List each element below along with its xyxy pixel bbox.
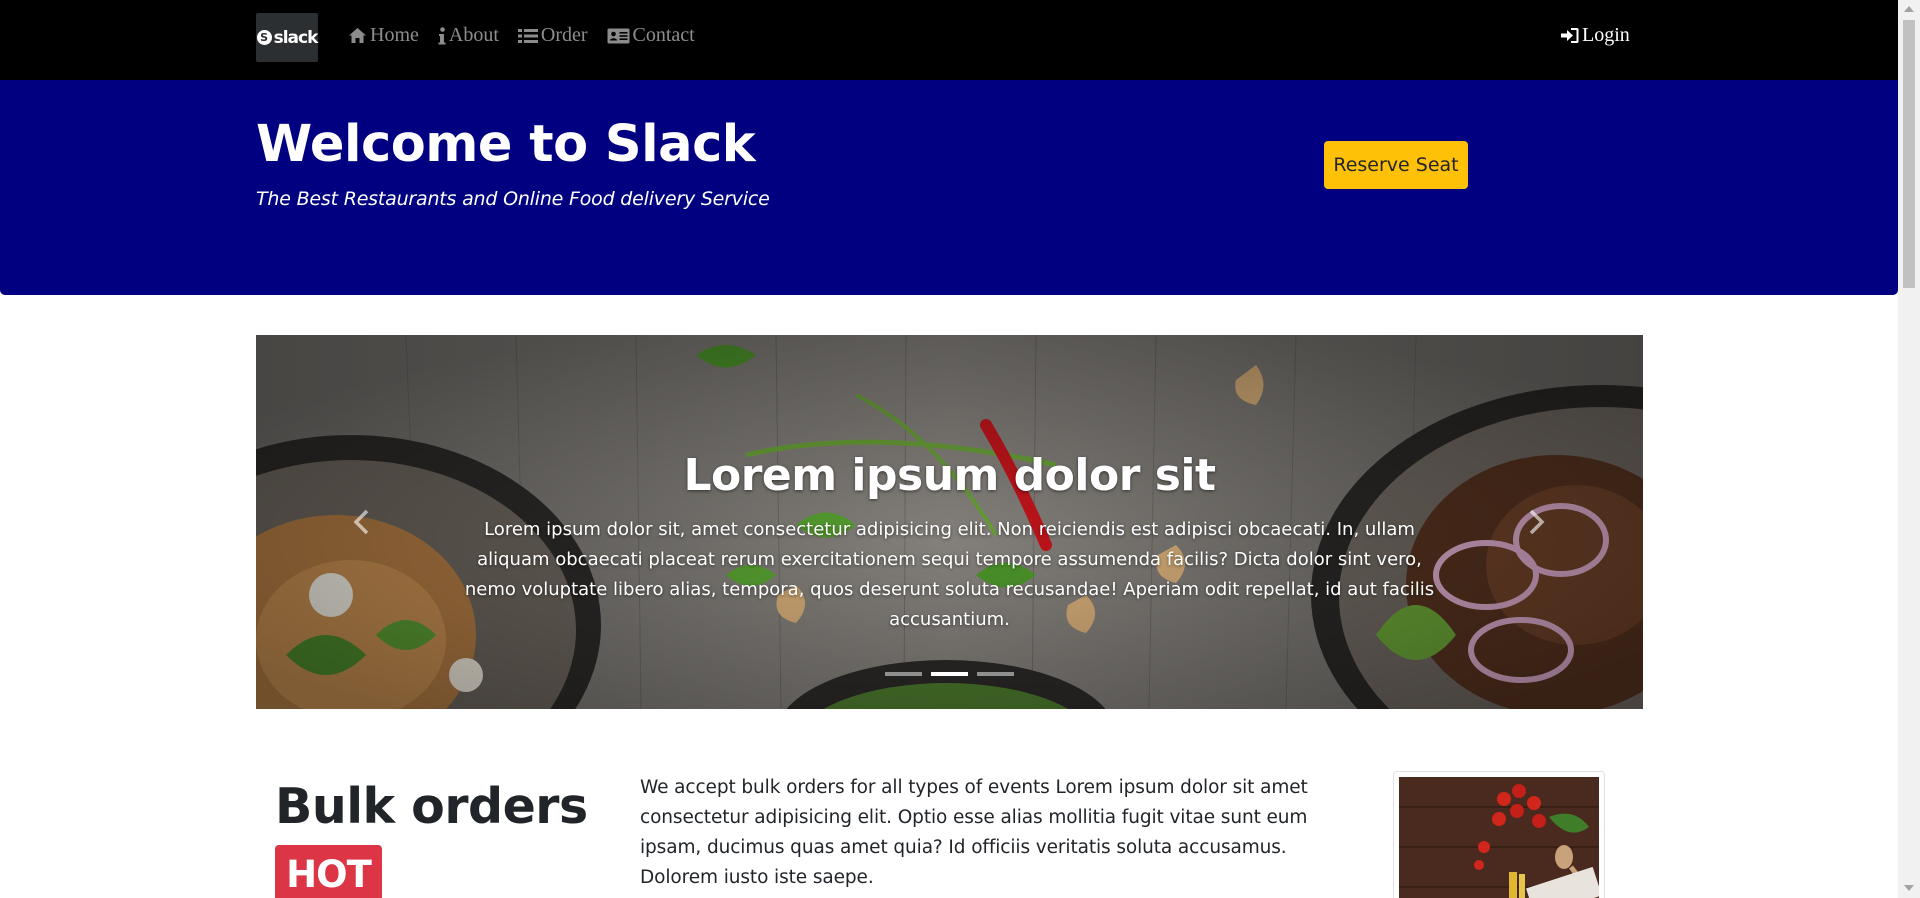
slack-logo: S slack	[256, 27, 319, 48]
carousel-prev-control[interactable]	[346, 505, 376, 539]
carousel-next-control[interactable]	[1522, 505, 1552, 539]
hero-subtitle: The Best Restaurants and Online Food del…	[256, 188, 770, 210]
scroll-down-arrow-icon[interactable]	[1904, 885, 1914, 891]
scroll-up-arrow-icon[interactable]	[1904, 6, 1914, 12]
carousel-caption: Lorem ipsum dolor sit Lorem ipsum dolor …	[456, 450, 1443, 635]
hot-badge: HOT	[275, 845, 382, 898]
slack-logo-mark: S	[256, 30, 272, 45]
login-label: Login	[1582, 24, 1630, 46]
info-icon	[438, 26, 446, 46]
reserve-seat-button[interactable]: Reserve Seat	[1324, 141, 1468, 189]
brand-text: slack	[273, 27, 319, 48]
navbar: S slack Home About Order Contact Login	[0, 0, 1898, 80]
brand-logo[interactable]: S slack	[256, 13, 318, 62]
nav-link-order[interactable]: Order	[517, 24, 588, 47]
nav-link-home-label: Home	[370, 24, 419, 46]
nav-link-contact-label: Contact	[632, 24, 695, 46]
scrollbar-thumb[interactable]	[1903, 20, 1915, 288]
nav-link-about-label: About	[448, 24, 499, 46]
carousel-indicator-3[interactable]	[977, 672, 1014, 676]
carousel-indicator-1[interactable]	[885, 672, 922, 676]
login-link[interactable]: Login	[1560, 24, 1630, 47]
page-scrollbar[interactable]	[1898, 0, 1920, 898]
carousel-indicator-2[interactable]	[931, 672, 968, 676]
list-icon	[517, 26, 538, 46]
chevron-right-icon	[1529, 509, 1545, 535]
carousel-caption-title: Lorem ipsum dolor sit	[683, 450, 1216, 501]
login-icon	[1560, 26, 1580, 46]
carousel-indicators	[885, 672, 1014, 676]
contact-card-icon	[607, 26, 630, 46]
carousel-caption-text: Lorem ipsum dolor sit, amet consectetur …	[464, 518, 1435, 630]
nav-link-order-label: Order	[540, 24, 588, 46]
bulk-orders-text: We accept bulk orders for all types of e…	[640, 777, 1308, 888]
nav-link-about[interactable]: About	[438, 24, 499, 47]
nav-link-contact[interactable]: Contact	[607, 24, 695, 47]
bulk-orders-title: Bulk orders	[275, 778, 588, 835]
bulk-orders-image	[1399, 777, 1599, 898]
chevron-left-icon	[353, 509, 369, 535]
bulk-orders-thumbnail	[1393, 771, 1605, 898]
home-icon	[347, 26, 367, 46]
hero-title: Welcome to Slack	[256, 115, 756, 174]
nav-link-home[interactable]: Home	[347, 24, 419, 47]
food-carousel: Lorem ipsum dolor sit Lorem ipsum dolor …	[256, 335, 1643, 709]
nav-links: Home About Order Contact	[347, 24, 695, 47]
hero-jumbotron: Welcome to Slack The Best Restaurants an…	[0, 80, 1898, 295]
